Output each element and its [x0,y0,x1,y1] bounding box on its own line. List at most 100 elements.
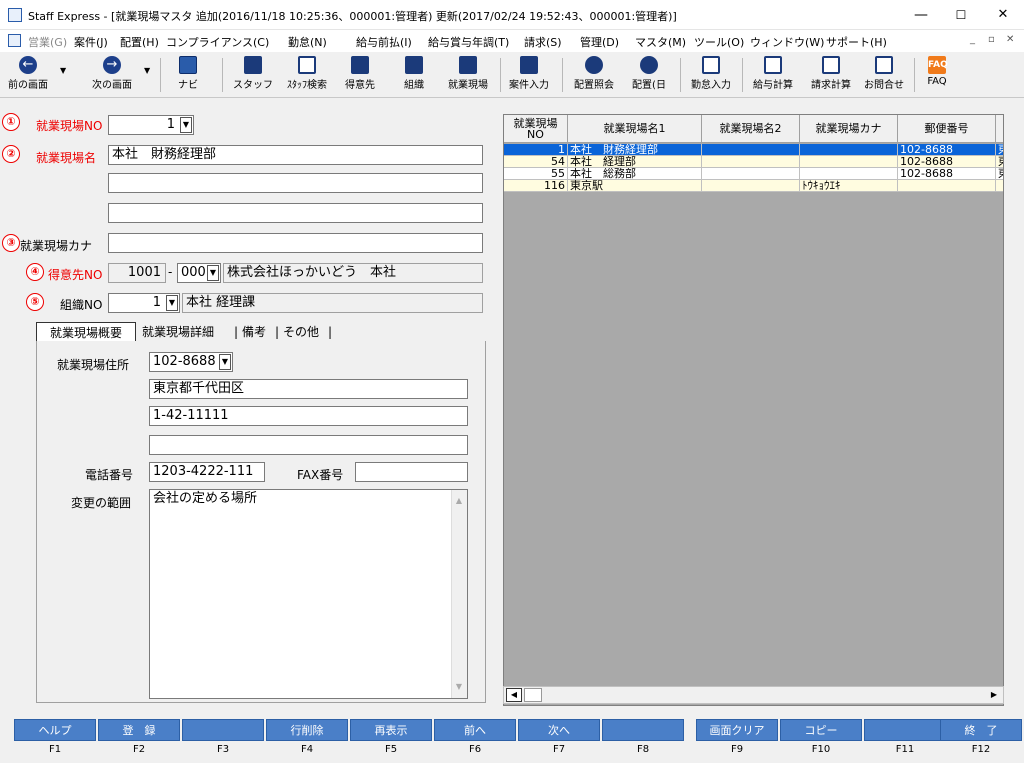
f11-button[interactable] [864,719,946,741]
table-row[interactable]: 55 本社 総務部 102-8688 東 [504,168,1003,180]
client-label: 得意先 [345,80,375,91]
scroll-down-icon[interactable]: ▼ [452,678,466,696]
client-branch-select[interactable]: 000 ▼ [177,263,221,283]
site-button[interactable]: 就業現場 [442,54,494,96]
navi-button[interactable]: ナビ [168,54,208,96]
f10-copy-button[interactable]: コピー [780,719,862,741]
inquiry-button[interactable]: お問合せ [858,54,910,96]
mdi-restore-button[interactable]: ▫ [988,34,995,45]
cell-postal: 102-8688 [898,168,996,180]
scroll-thumb[interactable] [524,688,542,702]
table-row[interactable]: 116 東京駅 ﾄｳｷｮｳｴｷ [504,180,1003,192]
table-row[interactable]: 54 本社 経理部 102-8688 東 [504,156,1003,168]
site-name3-input[interactable] [108,203,483,223]
client-button[interactable]: 得意先 [338,54,382,96]
staff-button[interactable]: スタッフ [228,54,278,96]
tab-other[interactable]: その他 [283,322,319,342]
site-name2-input[interactable] [108,173,483,193]
address3-input[interactable] [149,435,468,455]
mdi-icon[interactable] [8,34,21,47]
f2-register-button[interactable]: 登 録 [98,719,180,741]
case-input-button[interactable]: 案件入力 [502,54,556,96]
mdi-close-button[interactable]: ✕ [1006,34,1014,45]
faq-button[interactable]: FAQ FAQ [920,54,954,96]
scroll-up-icon[interactable]: ▲ [452,492,466,510]
chevron-down-icon[interactable]: ▼ [180,117,192,133]
scroll-left-icon[interactable]: ◀ [506,688,522,702]
fax-input[interactable] [355,462,468,482]
attendance-label: 勤怠入力 [691,80,731,91]
menu-admin[interactable]: 管理(D) [580,34,619,50]
billing-button[interactable]: 請求計算 [804,54,858,96]
menu-assign[interactable]: 配置(H) [120,34,159,50]
address1-input[interactable]: 東京都千代田区 [149,379,468,399]
menu-billing[interactable]: 請求(S) [524,34,562,50]
phone-input[interactable]: 1203-4222-111 [149,462,265,482]
f3-button[interactable] [182,719,264,741]
arrow-left-icon: ← [19,56,37,74]
f5-refresh-button[interactable]: 再表示 [350,719,432,741]
grid-header-kana[interactable]: 就業現場カナ [800,115,898,143]
maximize-button[interactable]: ☐ [946,4,976,26]
menu-support[interactable]: サポート(H) [826,34,887,50]
postal-select[interactable]: 102-8688 ▼ [149,352,233,372]
prev-screen-button[interactable]: ← 前の画面 [2,54,54,96]
site-list-grid[interactable]: 就業現場 NO 就業現場名1 就業現場名2 就業現場カナ 郵便番号 1 本社 財… [503,114,1004,706]
grid-header-postal[interactable]: 郵便番号 [898,115,996,143]
tab-notes[interactable]: 備考 [242,322,266,342]
scroll-right-icon[interactable]: ▶ [987,688,1001,702]
grid-header-name1[interactable]: 就業現場名1 [568,115,702,143]
f12-exit-button[interactable]: 終 了 [940,719,1022,741]
f9-clear-screen-button[interactable]: 画面クリア [696,719,778,741]
prev-dropdown-icon[interactable]: ▼ [60,66,66,75]
staff-search-button[interactable]: ｽﾀｯﾌ検索 [280,54,334,96]
menu-compliance[interactable]: コンプライアンス(C) [166,34,269,50]
menu-advance-pay[interactable]: 給与前払(I) [356,34,412,50]
next-dropdown-icon[interactable]: ▼ [144,66,150,75]
tab-overview[interactable]: 就業現場概要 [36,322,136,342]
site-kana-input[interactable] [108,233,483,253]
scope-scrollbar[interactable]: ▲ ▼ [451,490,467,698]
assignment-day-icon [640,56,658,74]
org-button[interactable]: 組織 [396,54,432,96]
next-screen-button[interactable]: → 次の画面 [84,54,140,96]
tab-details[interactable]: 就業現場詳細 [142,322,214,342]
scope-textarea[interactable]: 会社の定める場所 ▲ ▼ [149,489,468,699]
f6-prev-button[interactable]: 前へ [434,719,516,741]
f8-button[interactable] [602,719,684,741]
grid-header-extra[interactable] [996,115,1003,143]
site-no-select[interactable]: 1 ▼ [108,115,194,135]
grid-horizontal-scrollbar[interactable]: ◀ ▶ [503,686,1004,704]
menu-tools[interactable]: ツール(O) [694,34,744,50]
site-name1-input[interactable]: 本社 財務経理部 [108,145,483,165]
address2-input[interactable]: 1-42-11111 [149,406,468,426]
menu-window[interactable]: ウィンドウ(W) [750,34,824,50]
menu-attendance[interactable]: 勤怠(N) [288,34,327,50]
mdi-minimize-button[interactable]: _ [970,34,975,45]
f4-delete-row-button[interactable]: 行削除 [266,719,348,741]
assignment-query-button[interactable]: 配置照会 [568,54,620,96]
cell-extra [996,180,1003,192]
menu-payroll[interactable]: 給与賞与年調(T) [428,34,509,50]
menu-master[interactable]: マスタ(M) [635,34,686,50]
assignment-day-button[interactable]: 配置(日 [624,54,674,96]
grid-header-name2[interactable]: 就業現場名2 [702,115,800,143]
menu-sales[interactable]: 営業(G) [28,34,67,50]
payroll-button[interactable]: 給与計算 [746,54,800,96]
chevron-down-icon[interactable]: ▼ [207,265,219,281]
grid-header-no[interactable]: 就業現場 NO [504,115,568,143]
chevron-down-icon[interactable]: ▼ [219,354,231,370]
f1-help-button[interactable]: ヘルプ [14,719,96,741]
attendance-button[interactable]: 勤怠入力 [684,54,738,96]
org-no-select[interactable]: 1 ▼ [108,293,180,313]
f7-next-button[interactable]: 次へ [518,719,600,741]
faq-icon: FAQ [928,56,948,74]
menu-case[interactable]: 案件(J) [74,34,108,50]
table-row[interactable]: 1 本社 財務経理部 102-8688 東 [504,144,1003,156]
close-button[interactable]: ✕ [988,4,1018,26]
case-input-icon [520,56,538,74]
title-bar: Staff Express - [就業現場マスタ 追加(2016/11/18 1… [0,0,1024,30]
minimize-button[interactable]: — [906,4,936,26]
chevron-down-icon[interactable]: ▼ [166,295,178,311]
client-no-input[interactable]: 1001 [108,263,166,283]
